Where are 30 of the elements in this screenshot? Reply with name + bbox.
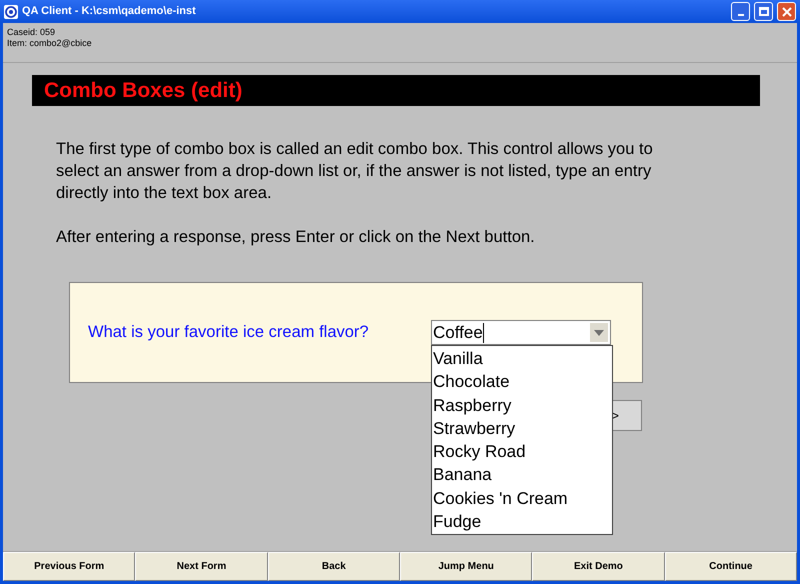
dropdown-option[interactable]: Vanilla <box>432 347 612 370</box>
combo-value: Coffee <box>432 322 484 342</box>
nav-button[interactable]: Exit Demo <box>532 552 665 581</box>
combo-box[interactable]: Coffee <box>431 320 611 345</box>
dropdown-option[interactable]: Strawberry <box>432 416 612 440</box>
nav-button[interactable]: Previous Form <box>3 552 136 581</box>
close-icon <box>782 6 792 16</box>
dropdown-option[interactable]: Chocolate <box>432 370 612 394</box>
dropdown-option[interactable]: Banana <box>432 463 612 487</box>
dropdown-option[interactable]: Raspberry <box>432 394 612 417</box>
nav-button[interactable]: Next Form <box>135 552 268 581</box>
info-text: Item: combo2@cbice <box>7 38 93 49</box>
dropdown-button[interactable] <box>590 323 608 342</box>
instruction-text: The first type of combo box is called an edit combo box. This control allows you to select an answer from a drop-down list or, if the answer is not listed, type an entry directly into the text box area. <box>56 139 654 204</box>
banner-title: Combo Boxes (edit) <box>44 78 242 104</box>
dropdown-option[interactable]: Rocky Road <box>432 440 612 464</box>
app-icon <box>4 4 18 18</box>
nav-button[interactable]: Continue <box>664 552 797 581</box>
instruction-text: After entering a response, press Enter or click on the Next button. <box>56 227 536 248</box>
close-button[interactable] <box>777 2 796 21</box>
maximize-button[interactable] <box>754 2 773 21</box>
dropdown-option[interactable]: Fudge <box>432 510 612 534</box>
nav-button[interactable]: Back <box>268 552 400 581</box>
caret-icon <box>594 330 604 336</box>
nav-button[interactable]: Jump Menu <box>400 552 532 581</box>
minimize-button[interactable] <box>731 2 750 21</box>
dropdown-option[interactable]: Cookies 'n Cream <box>432 486 612 510</box>
question-text: What is your favorite ice cream flavor? <box>88 322 370 344</box>
window-title: QA Client - K:\csm\qademo\e-inst <box>22 4 197 20</box>
info-text: Caseid: 059 <box>7 27 56 38</box>
